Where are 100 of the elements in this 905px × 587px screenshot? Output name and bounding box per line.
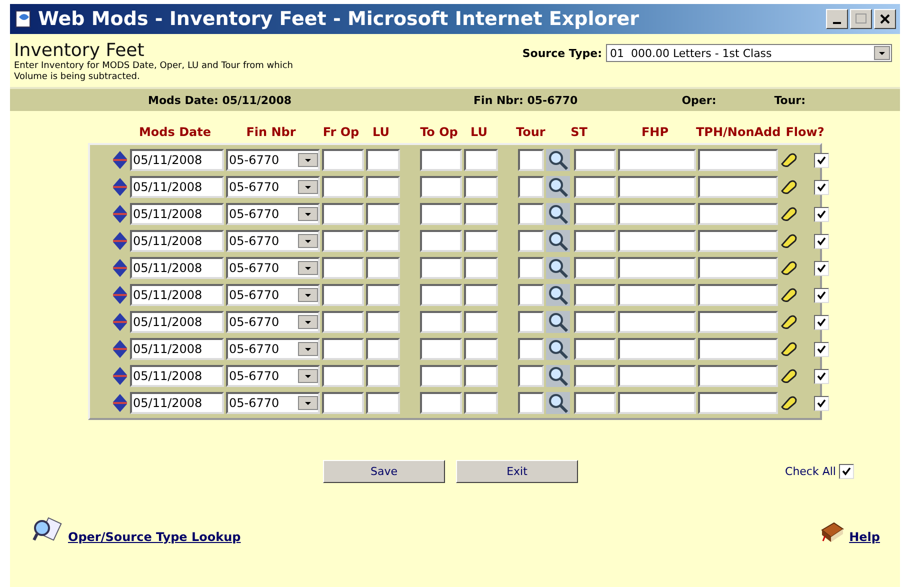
mods-date-field[interactable]: 05/11/2008 [130, 284, 224, 306]
to-op-field[interactable] [420, 257, 462, 279]
from-op-field[interactable] [322, 365, 364, 387]
fin-nbr-dropdown[interactable]: 05-6770 [226, 284, 320, 306]
lu-field[interactable] [366, 176, 400, 198]
mods-date-field[interactable]: 05/11/2008 [130, 176, 224, 198]
lu-field[interactable] [366, 311, 400, 333]
tph-nonadd-field[interactable] [698, 284, 778, 306]
up-down-arrows-icon[interactable] [112, 258, 128, 278]
lu-field[interactable] [464, 284, 498, 306]
flow-checkbox[interactable] [814, 152, 828, 168]
lu-field[interactable] [366, 203, 400, 225]
st-field[interactable] [574, 176, 616, 198]
to-op-field[interactable] [420, 365, 462, 387]
lu-field[interactable] [366, 338, 400, 360]
tph-nonadd-field[interactable] [698, 257, 778, 279]
lookup-link[interactable]: Oper/Source Type Lookup [68, 530, 241, 544]
tph-nonadd-field[interactable] [698, 311, 778, 333]
eraser-icon[interactable] [780, 233, 798, 249]
st-field[interactable] [574, 284, 616, 306]
tour-field[interactable] [518, 257, 544, 279]
tour-field[interactable] [518, 311, 544, 333]
eraser-icon[interactable] [780, 287, 798, 303]
st-field[interactable] [574, 203, 616, 225]
flow-checkbox[interactable] [814, 234, 828, 248]
close-button[interactable] [874, 9, 896, 29]
lu-field[interactable] [464, 392, 498, 414]
mods-date-field[interactable]: 05/11/2008 [130, 365, 224, 387]
tph-nonadd-field[interactable] [698, 203, 778, 225]
up-down-arrows-icon[interactable] [112, 231, 128, 251]
st-field[interactable] [574, 392, 616, 414]
to-op-field[interactable] [420, 392, 462, 414]
to-op-field[interactable] [420, 338, 462, 360]
eraser-icon[interactable] [780, 395, 798, 411]
from-op-field[interactable] [322, 176, 364, 198]
search-icon[interactable] [546, 338, 570, 360]
st-field[interactable] [574, 365, 616, 387]
from-op-field[interactable] [322, 311, 364, 333]
eraser-icon[interactable] [780, 314, 798, 330]
st-field[interactable] [574, 257, 616, 279]
mods-date-field[interactable]: 05/11/2008 [130, 203, 224, 225]
fin-nbr-dropdown[interactable]: 05-6770 [226, 338, 320, 360]
from-op-field[interactable] [322, 284, 364, 306]
fhp-field[interactable] [618, 392, 696, 414]
eraser-icon[interactable] [780, 152, 798, 168]
up-down-arrows-icon[interactable] [112, 150, 128, 170]
to-op-field[interactable] [420, 176, 462, 198]
lu-field[interactable] [366, 392, 400, 414]
source-type-dropdown[interactable]: 01 000.00 Letters - 1st Class [606, 44, 892, 62]
tph-nonadd-field[interactable] [698, 230, 778, 252]
up-down-arrows-icon[interactable] [112, 177, 128, 197]
fhp-field[interactable] [618, 365, 696, 387]
flow-checkbox[interactable] [814, 206, 828, 222]
fin-nbr-dropdown[interactable]: 05-6770 [226, 311, 320, 333]
up-down-arrows-icon[interactable] [112, 204, 128, 224]
fhp-field[interactable] [618, 230, 696, 252]
eraser-icon[interactable] [780, 179, 798, 195]
mods-date-field[interactable]: 05/11/2008 [130, 149, 224, 171]
lu-field[interactable] [464, 230, 498, 252]
fhp-field[interactable] [618, 257, 696, 279]
lu-field[interactable] [464, 149, 498, 171]
tour-field[interactable] [518, 338, 544, 360]
tour-field[interactable] [518, 230, 544, 252]
fin-nbr-dropdown[interactable]: 05-6770 [226, 176, 320, 198]
lu-field[interactable] [464, 257, 498, 279]
st-field[interactable] [574, 230, 616, 252]
up-down-arrows-icon[interactable] [112, 312, 128, 332]
fin-nbr-dropdown[interactable]: 05-6770 [226, 257, 320, 279]
form-button[interactable]: Save [323, 460, 445, 482]
tph-nonadd-field[interactable] [698, 176, 778, 198]
lu-field[interactable] [366, 149, 400, 171]
tour-field[interactable] [518, 149, 544, 171]
lu-field[interactable] [464, 311, 498, 333]
maximize-button[interactable] [850, 9, 872, 29]
mods-date-field[interactable]: 05/11/2008 [130, 230, 224, 252]
flow-checkbox[interactable] [814, 180, 828, 194]
fin-nbr-dropdown[interactable]: 05-6770 [226, 203, 320, 225]
search-icon[interactable] [546, 176, 570, 198]
fin-nbr-dropdown[interactable]: 05-6770 [226, 149, 320, 171]
up-down-arrows-icon[interactable] [112, 339, 128, 359]
tour-field[interactable] [518, 203, 544, 225]
tour-field[interactable] [518, 176, 544, 198]
lu-field[interactable] [366, 365, 400, 387]
lu-field[interactable] [464, 365, 498, 387]
to-op-field[interactable] [420, 149, 462, 171]
flow-checkbox[interactable] [814, 314, 828, 330]
from-op-field[interactable] [322, 230, 364, 252]
minimize-button[interactable] [826, 9, 848, 29]
fin-nbr-dropdown[interactable]: 05-6770 [226, 365, 320, 387]
st-field[interactable] [574, 338, 616, 360]
form-button[interactable]: Exit [456, 460, 578, 482]
st-field[interactable] [574, 311, 616, 333]
lu-field[interactable] [366, 284, 400, 306]
eraser-icon[interactable] [780, 341, 798, 357]
search-icon[interactable] [546, 365, 570, 387]
lu-field[interactable] [464, 203, 498, 225]
fhp-field[interactable] [618, 311, 696, 333]
flow-checkbox[interactable] [814, 288, 828, 302]
to-op-field[interactable] [420, 203, 462, 225]
st-field[interactable] [574, 149, 616, 171]
